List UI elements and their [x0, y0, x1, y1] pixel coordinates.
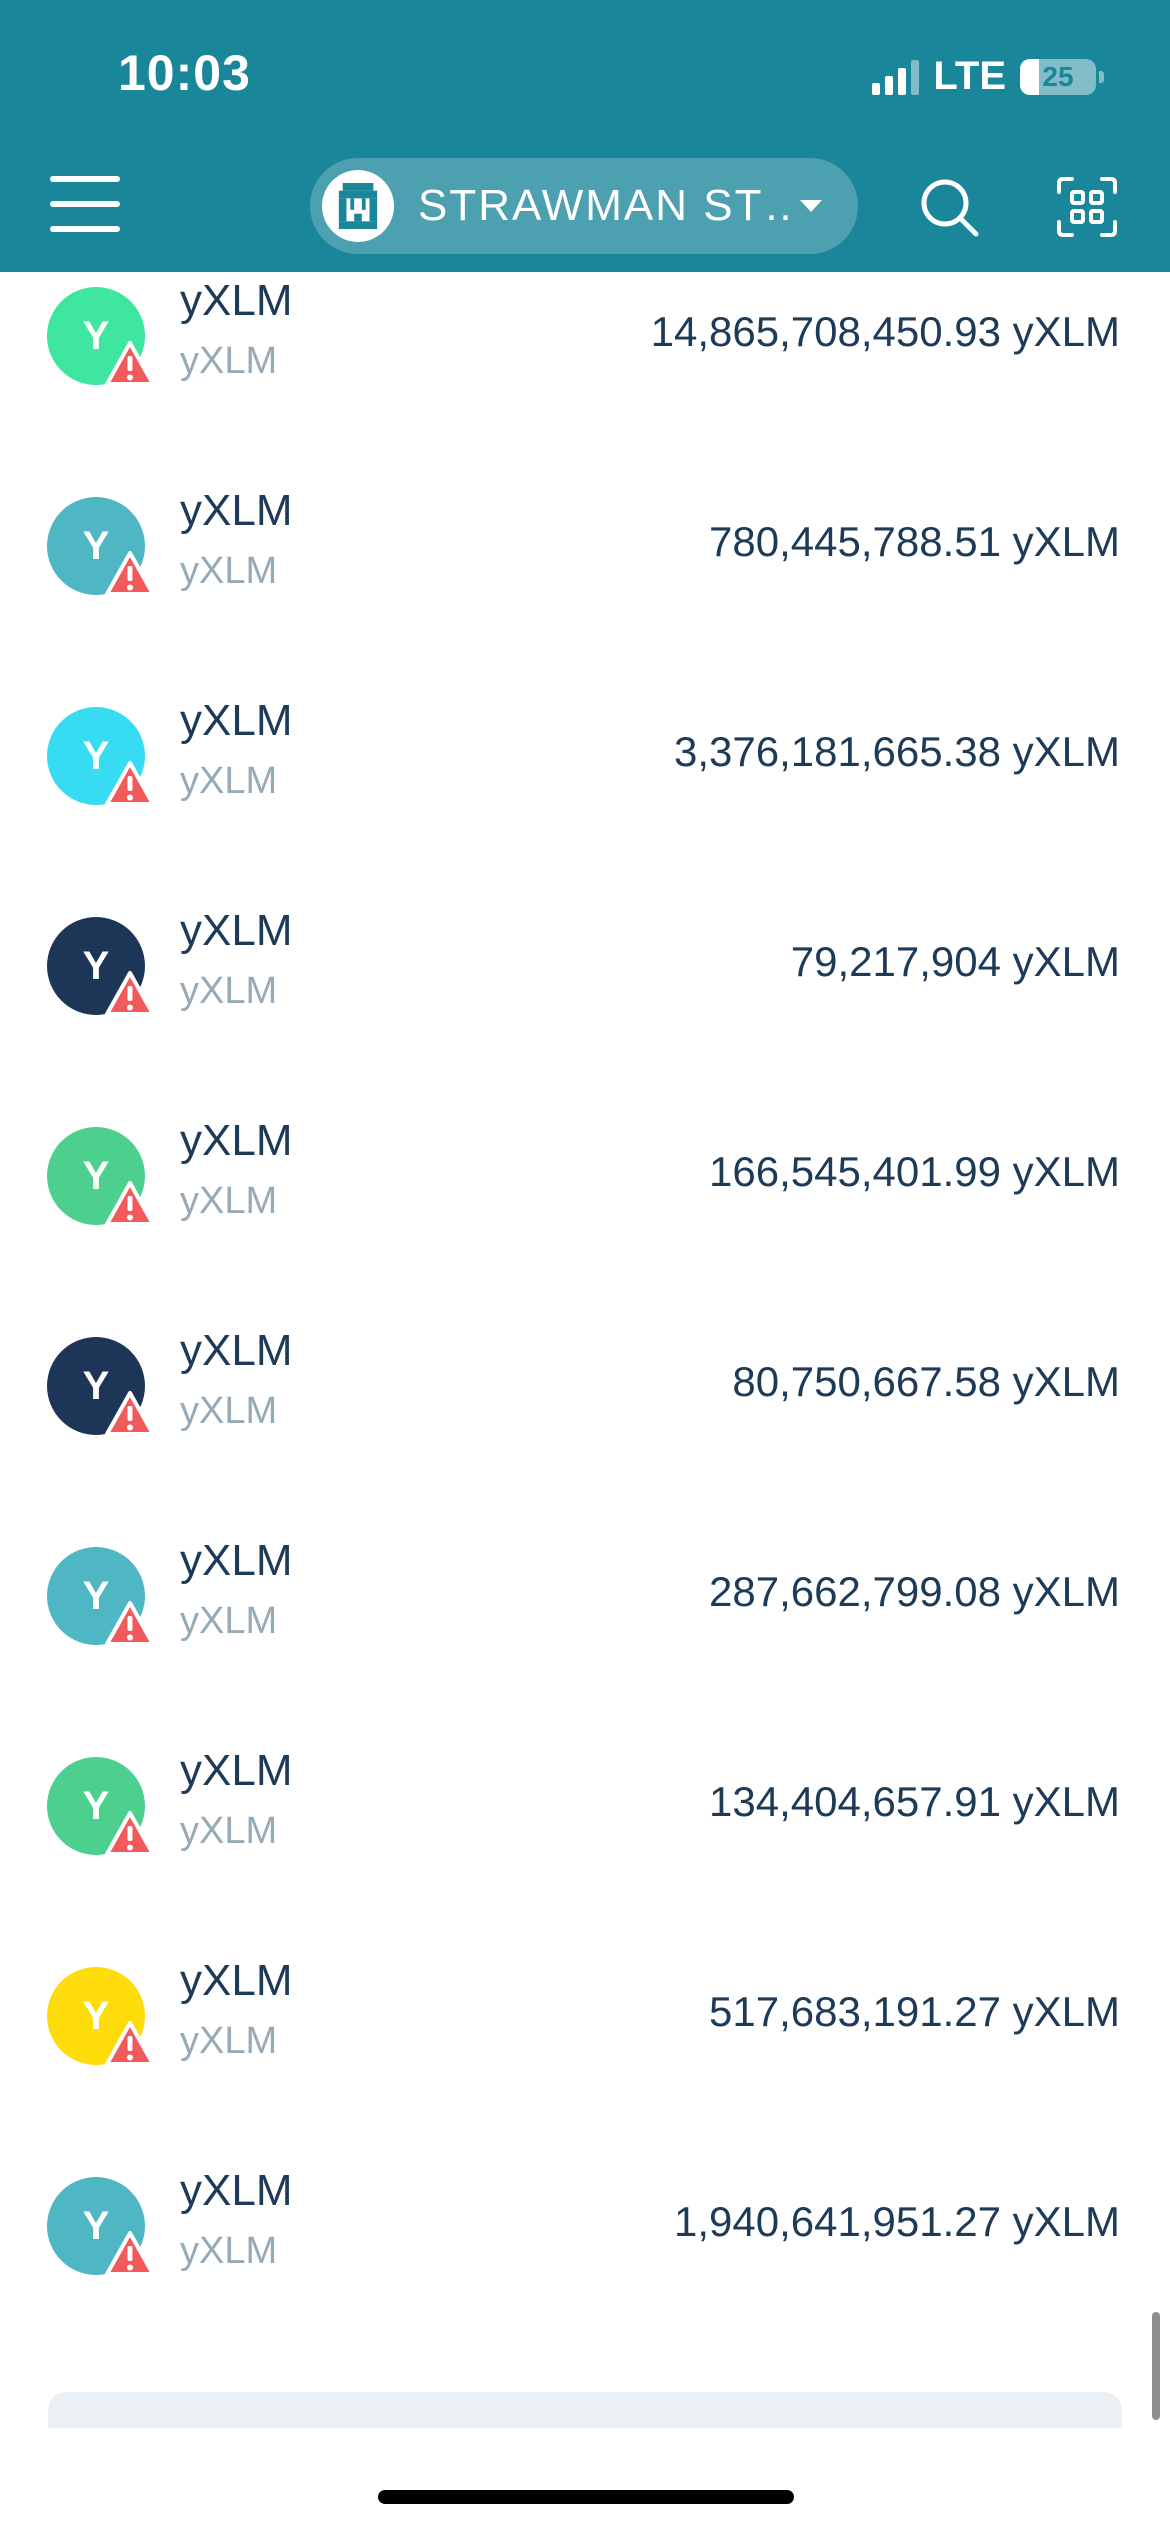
- token-balance: 134,404,657.91 yXLM: [709, 1778, 1120, 1825]
- asset-row[interactable]: YyXLM yXLM 14,865,708,450.93 yXLM: [0, 231, 1170, 441]
- token-name: yXLM: [180, 1746, 293, 1795]
- token-code: yXLM: [180, 2230, 278, 2272]
- chevron-down-icon: [800, 200, 822, 212]
- token-code: yXLM: [180, 1600, 278, 1642]
- token-name: yXLM: [180, 276, 293, 325]
- menu-icon-line: [50, 201, 120, 207]
- token-code: yXLM: [180, 760, 278, 802]
- token-balance: 1,940,641,951.27 yXLM: [673, 2198, 1120, 2245]
- network-type: LTE: [933, 54, 1006, 98]
- warning-icon: [104, 760, 156, 808]
- token-name: yXLM: [180, 1326, 293, 1375]
- search-button[interactable]: [918, 176, 980, 238]
- token-balance: 517,683,191.27 yXLM: [709, 1988, 1120, 2035]
- warning-icon: [104, 1600, 156, 1648]
- token-name: yXLM: [180, 1956, 293, 2005]
- battery-level-fill: [1020, 58, 1039, 95]
- token-balance: 166,545,401.99 yXLM: [709, 1148, 1120, 1195]
- asset-row[interactable]: YyXLM yXLM 287,662,799.08 yXLM: [0, 1491, 1170, 1701]
- scrollbar-thumb[interactable]: [1152, 2312, 1160, 2420]
- menu-button[interactable]: [50, 176, 120, 232]
- status-time: 10:03: [118, 45, 251, 101]
- token-balance: 3,376,181,665.38 yXLM: [673, 728, 1120, 775]
- warning-icon: [104, 1390, 156, 1438]
- token-code: yXLM: [180, 550, 278, 592]
- warning-icon: [104, 2230, 156, 2278]
- warning-icon: [104, 550, 156, 598]
- warning-icon: [104, 340, 156, 388]
- token-name: yXLM: [180, 696, 293, 745]
- token-name: yXLM: [180, 1536, 293, 1585]
- asset-row[interactable]: YyXLM yXLM 134,404,657.91 yXLM: [0, 1701, 1170, 1911]
- token-name: yXLM: [180, 906, 293, 955]
- asset-row[interactable]: YyXLM yXLM 79,217,904 yXLM: [0, 861, 1170, 1071]
- token-name: yXLM: [180, 1116, 293, 1165]
- token-balance: 14,865,708,450.93 yXLM: [650, 308, 1120, 355]
- warning-icon: [104, 970, 156, 1018]
- token-code: yXLM: [180, 970, 278, 1012]
- qr-scan-button[interactable]: [1056, 176, 1118, 238]
- asset-row[interactable]: YyXLM yXLM 1,940,641,951.27 yXLM: [0, 2121, 1170, 2331]
- token-code: yXLM: [180, 1810, 278, 1852]
- warning-icon: [104, 2020, 156, 2068]
- asset-row[interactable]: YyXLM yXLM 517,683,191.27 yXLM: [0, 1911, 1170, 2121]
- asset-row[interactable]: YyXLM yXLM 3,376,181,665.38 yXLM: [0, 651, 1170, 861]
- token-name: yXLM: [180, 486, 293, 535]
- token-balance: 80,750,667.58 yXLM: [732, 1358, 1120, 1405]
- token-code: yXLM: [180, 2020, 278, 2062]
- qr-scan-icon: [1057, 177, 1117, 237]
- battery-percent: 25: [1042, 60, 1074, 92]
- token-code: yXLM: [180, 1390, 278, 1432]
- warning-icon: [104, 1810, 156, 1858]
- search-icon: [921, 179, 979, 237]
- battery-icon: 25: [1020, 58, 1104, 95]
- cellular-signal-icon: [872, 59, 920, 95]
- token-name: yXLM: [180, 2166, 293, 2215]
- token-balance: 780,445,788.51 yXLM: [709, 518, 1120, 565]
- token-code: yXLM: [180, 340, 278, 382]
- status-indicators: LTE 25: [872, 54, 1104, 99]
- bottom-card: [48, 2392, 1122, 2428]
- token-code: yXLM: [180, 1180, 278, 1222]
- asset-row[interactable]: YyXLM yXLM 80,750,667.58 yXLM: [0, 1281, 1170, 1491]
- home-indicator: [378, 2490, 794, 2504]
- pixel-avatar-icon: [338, 183, 378, 229]
- warning-icon: [104, 1180, 156, 1228]
- asset-row[interactable]: YyXLM yXLM 166,545,401.99 yXLM: [0, 1071, 1170, 1281]
- account-name: STRAWMAN ST…: [418, 181, 790, 230]
- token-balance: 287,662,799.08 yXLM: [709, 1568, 1120, 1615]
- asset-row[interactable]: YyXLM yXLM 780,445,788.51 yXLM: [0, 441, 1170, 651]
- menu-icon-line: [50, 176, 120, 182]
- token-balance: 79,217,904 yXLM: [790, 938, 1120, 985]
